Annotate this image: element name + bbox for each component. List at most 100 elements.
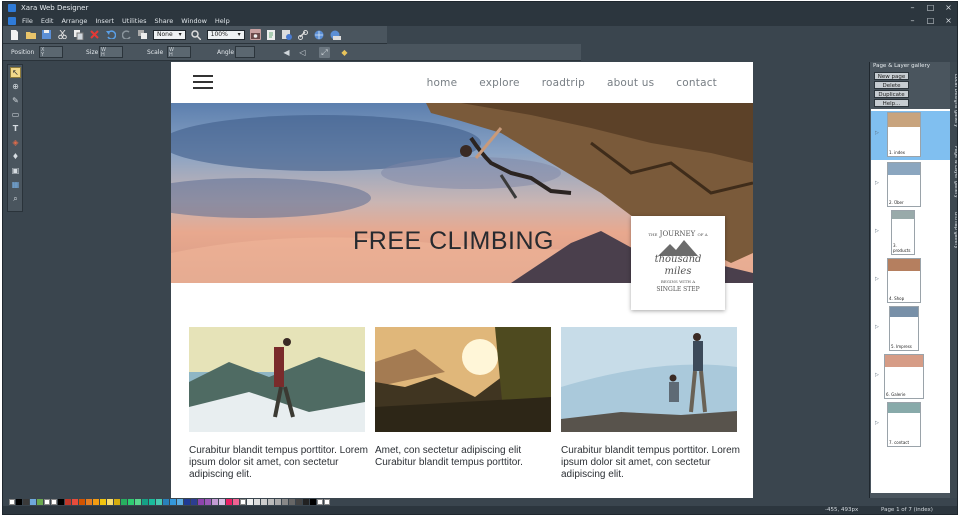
expand-arrow-icon[interactable]: ▷ <box>875 276 879 282</box>
expand-arrow-icon[interactable]: ▷ <box>875 420 879 426</box>
page-layer-tab[interactable]: Page & Layer gallery <box>950 146 957 198</box>
maximize-button[interactable]: □ <box>926 3 935 12</box>
expand-arrow-icon[interactable]: ▷ <box>875 180 879 186</box>
new-page-button[interactable]: New page <box>874 72 909 80</box>
color-swatch[interactable] <box>296 499 302 505</box>
color-swatch[interactable] <box>163 499 169 505</box>
page-row-contact[interactable]: ▷ 7. contact <box>871 401 950 450</box>
color-swatch[interactable] <box>23 499 29 505</box>
expand-arrow-icon[interactable]: ▷ <box>875 324 879 330</box>
page-row-galerie[interactable]: ▷ 6. Galerie <box>871 353 950 402</box>
bring-front-icon[interactable] <box>137 29 148 40</box>
scale-field[interactable]: W H <box>167 46 191 58</box>
menu-window[interactable]: Window <box>181 17 207 25</box>
color-swatch[interactable] <box>310 499 316 505</box>
tag-icon[interactable]: ◆ <box>339 47 350 58</box>
menu-file[interactable]: File <box>22 17 33 25</box>
doc-close-button[interactable]: × <box>944 16 953 25</box>
nav-roadtrip[interactable]: roadtrip <box>542 77 585 89</box>
color-swatch[interactable] <box>58 499 64 505</box>
card-image-summit[interactable] <box>561 327 737 432</box>
zoom-icon[interactable] <box>191 29 202 40</box>
undo-icon[interactable] <box>105 29 116 40</box>
text-tool-icon[interactable]: T <box>10 123 21 134</box>
menu-help[interactable]: Help <box>215 17 230 25</box>
page-icon[interactable] <box>266 29 277 40</box>
color-swatch[interactable] <box>247 499 253 505</box>
color-swatch[interactable] <box>86 499 92 505</box>
new-icon[interactable] <box>9 29 20 40</box>
color-swatch[interactable] <box>79 499 85 505</box>
nav-home[interactable]: home <box>427 77 458 89</box>
close-button[interactable]: × <box>944 3 953 12</box>
color-swatch[interactable] <box>142 499 148 505</box>
delete-page-button[interactable]: Delete <box>874 81 909 89</box>
nav-explore[interactable]: explore <box>479 77 519 89</box>
page-thumbnail[interactable]: 4. Shop <box>887 258 921 303</box>
duplicate-page-button[interactable]: Duplicate <box>874 90 909 98</box>
photo-tool-icon[interactable]: ▦ <box>10 179 21 190</box>
card-image-hiker[interactable] <box>189 327 365 432</box>
menu-icon[interactable] <box>193 75 213 89</box>
position-field[interactable]: X Y <box>39 46 63 58</box>
page-thumbnail[interactable]: 6. Galerie <box>884 354 924 399</box>
color-swatch[interactable] <box>219 499 225 505</box>
color-swatch[interactable] <box>100 499 106 505</box>
color-swatch[interactable] <box>275 499 281 505</box>
color-swatch[interactable] <box>205 499 211 505</box>
color-swatch[interactable] <box>233 499 239 505</box>
color-swatch[interactable] <box>72 499 78 505</box>
open-icon[interactable] <box>25 29 36 40</box>
color-swatch[interactable] <box>93 499 99 505</box>
delete-icon[interactable] <box>89 29 100 40</box>
card-image-valley[interactable] <box>375 327 551 432</box>
page-thumbnail[interactable]: 1. index <box>887 112 921 157</box>
page-row-impress[interactable]: ▷ 5. Impress <box>871 305 950 354</box>
page-row-index[interactable]: ▷ 1. index <box>871 111 950 160</box>
copy-icon[interactable] <box>73 29 84 40</box>
size-field[interactable]: W H <box>99 46 123 58</box>
color-swatch[interactable] <box>289 499 295 505</box>
color-swatch[interactable] <box>121 499 127 505</box>
color-swatch[interactable] <box>65 499 71 505</box>
color-swatch[interactable] <box>107 499 113 505</box>
color-swatch[interactable] <box>268 499 274 505</box>
camera-icon[interactable] <box>249 29 261 40</box>
color-swatch[interactable] <box>156 499 162 505</box>
color-swatch[interactable] <box>30 499 36 505</box>
help-button[interactable]: Help... <box>874 99 909 107</box>
color-swatch[interactable] <box>9 499 15 505</box>
color-swatch[interactable] <box>303 499 309 505</box>
minimize-button[interactable]: – <box>908 3 917 12</box>
page-row-uber[interactable]: ▷ 2. Über <box>871 161 950 210</box>
link-icon[interactable] <box>298 29 309 40</box>
color-swatch[interactable] <box>324 499 330 505</box>
menu-share[interactable]: Share <box>155 17 174 25</box>
page-row-products[interactable]: ▷ 3. products <box>871 209 950 258</box>
color-swatch[interactable] <box>44 499 50 505</box>
none-select[interactable]: None ▾ <box>153 29 186 40</box>
color-swatch[interactable] <box>254 499 260 505</box>
zoom-tool-icon[interactable]: ⊕ <box>10 81 21 92</box>
color-swatch[interactable] <box>114 499 120 505</box>
publish-icon[interactable] <box>330 29 341 40</box>
color-swatch[interactable] <box>170 499 176 505</box>
nav-about-us[interactable]: about us <box>607 77 654 89</box>
doc-maximize-button[interactable]: □ <box>926 16 935 25</box>
color-swatch[interactable] <box>317 499 323 505</box>
expand-arrow-icon[interactable]: ▷ <box>875 130 879 136</box>
color-swatch[interactable] <box>135 499 141 505</box>
menu-utilities[interactable]: Utilities <box>122 17 146 25</box>
save-icon[interactable] <box>41 29 52 40</box>
expand-arrow-icon[interactable]: ▷ <box>875 228 879 234</box>
color-swatch[interactable] <box>51 499 57 505</box>
web-page[interactable]: home explore roadtrip about us contact F… <box>171 62 753 498</box>
bitmap-gallery-tab[interactable]: Bitmap gallery <box>950 212 957 249</box>
rectangle-tool-icon[interactable]: ▭ <box>10 109 21 120</box>
color-swatch[interactable] <box>226 499 232 505</box>
selector-tool-icon[interactable]: ↖ <box>10 67 21 78</box>
page-row-shop[interactable]: ▷ 4. Shop <box>871 257 950 306</box>
doc-minimize-button[interactable]: – <box>908 16 917 25</box>
redo-icon[interactable] <box>121 29 132 40</box>
web-properties-icon[interactable] <box>282 29 293 40</box>
